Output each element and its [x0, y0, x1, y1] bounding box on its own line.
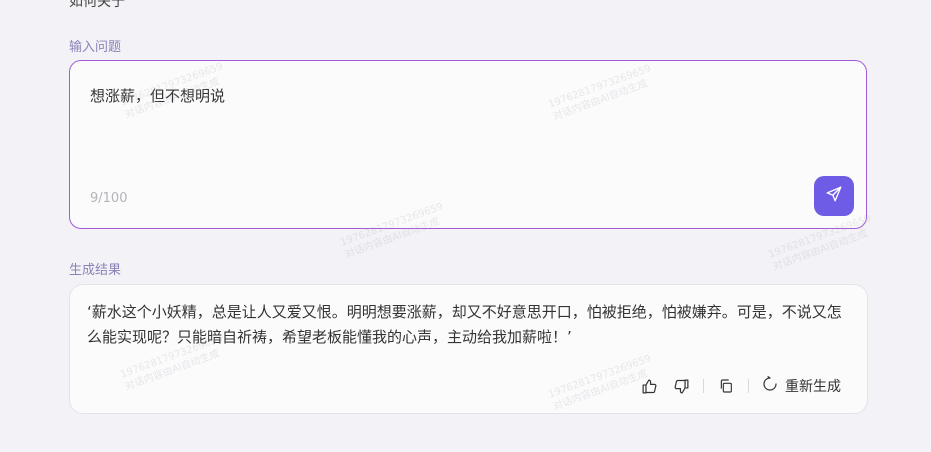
regenerate-button[interactable]: 重新生成 [762, 376, 841, 396]
question-input-text[interactable]: 想涨薪，但不想明说 [90, 85, 225, 106]
thumb-down-icon[interactable] [672, 377, 690, 395]
send-button[interactable] [814, 176, 854, 216]
result-actions: 重新生成 [640, 376, 841, 396]
thumb-up-icon[interactable] [640, 377, 658, 395]
result-text: ‘薪水这个小妖精，总是让人又爱又恨。明明想要涨薪，却又不好意思开口，怕被拒绝，怕… [87, 303, 842, 346]
result-section-label: 生成结果 [69, 263, 122, 278]
refresh-icon [762, 376, 778, 396]
send-icon [825, 185, 843, 207]
input-section-label: 输入问题 [69, 40, 122, 55]
divider [748, 379, 749, 393]
result-card: ‘薪水这个小妖精，总是让人又爱又恨。明明想要涨薪，却又不好意思开口，怕被拒绝，怕… [69, 284, 868, 414]
regenerate-label: 重新生成 [785, 379, 841, 395]
previous-section-label: 如何关于 [69, 0, 125, 10]
question-input-box[interactable]: 想涨薪，但不想明说 9/100 [69, 60, 867, 229]
divider [703, 379, 704, 393]
char-counter: 9/100 [90, 191, 128, 206]
copy-icon[interactable] [717, 377, 735, 395]
